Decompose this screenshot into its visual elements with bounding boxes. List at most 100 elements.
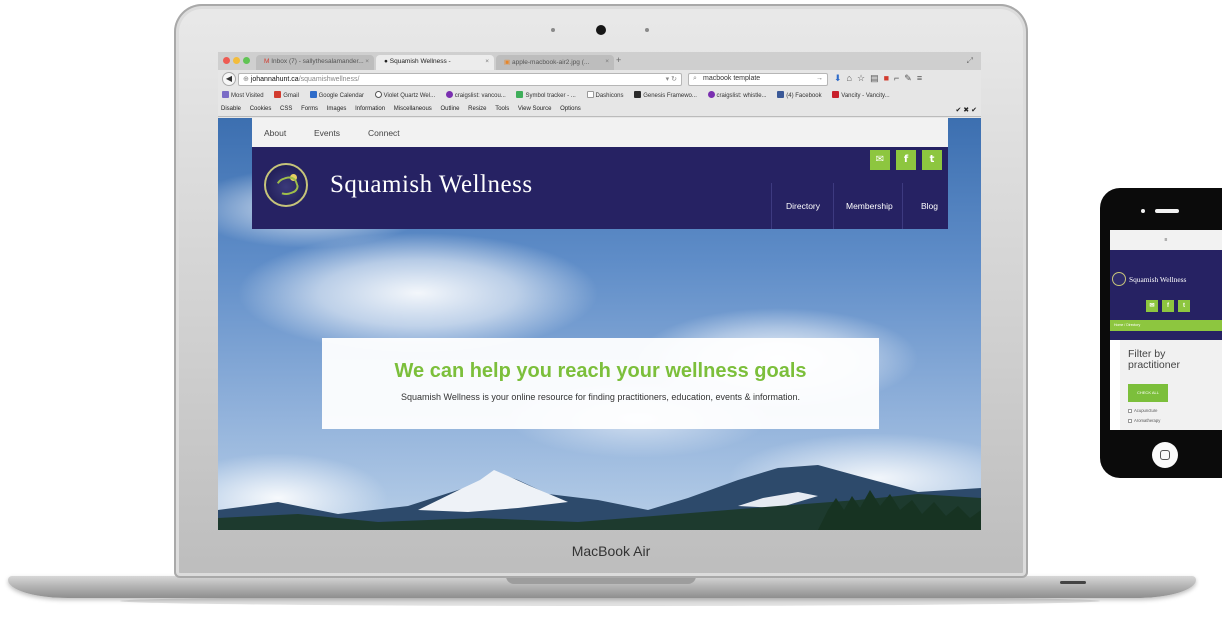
bookmark-item[interactable]: Most Visited (222, 91, 264, 99)
home-button-icon (1160, 450, 1170, 460)
filter-option[interactable]: Acupuncture (1128, 408, 1158, 413)
bookmark-item[interactable]: Violet Quartz Wel... (374, 91, 436, 99)
bookmark-label: craigslist: whistle... (716, 93, 767, 99)
home-icon[interactable]: ⌂ (847, 73, 857, 83)
addon-icon[interactable]: ■ (884, 73, 894, 83)
bookmark-label: Symbol tracker - ... (525, 93, 576, 99)
bookmark-item[interactable]: (4) Facebook (777, 91, 822, 99)
clipboard-icon[interactable]: ▤ (870, 73, 884, 83)
bookmark-label: Most Visited (231, 93, 264, 99)
maximize-window-button[interactable] (243, 57, 250, 64)
minimize-window-button[interactable] (233, 57, 240, 64)
close-tab-icon[interactable]: × (605, 58, 609, 65)
navigation-bar: ◀ ⊕ johannahunt.ca/squamishwellness/ ▾ ↻… (218, 71, 981, 88)
laptop-camera (596, 25, 606, 35)
website-viewport: About Events Connect Squamish Wellness ✉… (218, 118, 981, 530)
bookmark-item[interactable]: Gmail (274, 91, 299, 99)
email-icon[interactable]: ✉ (1146, 300, 1158, 312)
dev-menu-item[interactable]: Images (327, 106, 347, 112)
dev-menu-item[interactable]: Tools (495, 106, 509, 112)
url-path: /squamishwellness/ (298, 76, 360, 83)
vancity-icon (832, 91, 840, 98)
facebook-icon (777, 91, 785, 98)
dev-menu-item[interactable]: Cookies (250, 106, 272, 112)
nav-link-blog[interactable]: Blog (921, 201, 938, 211)
site-icon (374, 91, 382, 98)
menu-icon[interactable]: ≡ (917, 73, 927, 83)
laptop-screen: M Inbox (7) - sallythesalamander... × ● … (218, 52, 981, 530)
dev-menu-item[interactable]: Resize (468, 106, 486, 112)
nav-divider (771, 183, 772, 229)
close-tab-icon[interactable]: × (485, 58, 489, 65)
dev-menu-item[interactable]: View Source (518, 106, 552, 112)
dev-menu-item[interactable]: Forms (301, 106, 318, 112)
nav-link-events[interactable]: Events (314, 128, 340, 138)
nav-divider (833, 183, 834, 229)
back-button[interactable]: ◀ (222, 72, 236, 86)
close-window-button[interactable] (223, 57, 230, 64)
nav-link-about[interactable]: About (264, 128, 286, 138)
site-title[interactable]: Squamish Wellness (330, 171, 533, 199)
bookmark-label: Violet Quartz Wel... (383, 93, 436, 99)
phone-speaker (1155, 209, 1179, 213)
new-tab-button[interactable]: + (616, 55, 621, 65)
bookmarks-bar: Most Visited Gmail Google Calendar Viole… (218, 89, 981, 103)
facebook-icon[interactable]: f (896, 150, 916, 170)
bookmark-item[interactable]: Dashicons (586, 91, 624, 99)
dev-menu-item[interactable]: Options (560, 106, 581, 112)
hero-heading: We can help you reach your wellness goal… (394, 360, 807, 382)
search-go-icon[interactable]: → (816, 75, 823, 82)
bookmark-item[interactable]: craigslist: vancou... (445, 91, 506, 99)
dev-toolbar-controls[interactable]: ✔ ✖ ✔ (956, 106, 978, 114)
check-all-button[interactable]: CHECK ALL (1128, 384, 1168, 402)
mobile-site-title[interactable]: Squamish Wellness (1129, 275, 1186, 284)
close-tab-icon[interactable]: × (365, 58, 369, 65)
laptop-port (1060, 581, 1086, 584)
twitter-icon[interactable]: t (922, 150, 942, 170)
laptop-sensor (551, 28, 555, 32)
email-icon[interactable]: ✉ (870, 150, 890, 170)
twitter-icon[interactable]: t (1178, 300, 1190, 312)
download-icon[interactable]: ⬇ (834, 73, 847, 83)
dev-menu-item[interactable]: Miscellaneous (394, 106, 432, 112)
dev-menu-item[interactable]: Outline (440, 106, 459, 112)
bookmark-item[interactable]: Google Calendar (309, 91, 364, 99)
fullscreen-icon[interactable]: ⤢ (967, 56, 973, 66)
pen-icon[interactable]: ✎ (904, 73, 917, 83)
url-bar[interactable]: ⊕ johannahunt.ca/squamishwellness/ ▾ ↻ (238, 73, 682, 86)
dev-menu-item[interactable]: Information (355, 106, 385, 112)
dev-menu-item[interactable]: Disable (221, 106, 241, 112)
reload-icon[interactable]: ▾ ↻ (666, 75, 677, 83)
laptop-sensor (645, 28, 649, 32)
bookmark-label: Dashicons (595, 93, 624, 99)
site-logo[interactable] (264, 163, 308, 207)
nav-link-directory[interactable]: Directory (786, 201, 820, 211)
filter-option[interactable]: Aromatherapy (1128, 418, 1160, 423)
browser-chrome: M Inbox (7) - sallythesalamander... × ● … (218, 52, 981, 118)
bookmark-star-icon[interactable]: ☆ (857, 73, 870, 83)
search-input[interactable]: ⌕ macbook template → (688, 73, 828, 86)
nav-link-connect[interactable]: Connect (368, 128, 400, 138)
tab-gmail[interactable]: M Inbox (7) - sallythesalamander... × (256, 55, 374, 70)
facebook-icon[interactable]: f (1162, 300, 1174, 312)
bookmark-item[interactable]: Vancity - Vancity... (832, 91, 890, 99)
nav-link-membership[interactable]: Membership (846, 201, 893, 211)
dev-menu-item[interactable]: CSS (280, 106, 292, 112)
mobile-menu-icon[interactable]: ≡ (1110, 230, 1222, 250)
bookmark-item[interactable]: Genesis Framewo... (634, 91, 697, 99)
checkbox[interactable] (1128, 409, 1132, 413)
mobile-site-logo[interactable] (1112, 272, 1126, 286)
bookmark-label: Vancity - Vancity... (841, 93, 890, 99)
filter-panel: Filter by practitioner CHECK ALL Acupunc… (1120, 340, 1222, 430)
search-value: macbook template (703, 75, 761, 82)
nav-divider (902, 183, 903, 229)
bookmark-item[interactable]: craigslist: whistle... (707, 91, 767, 99)
feed-icon[interactable]: ⌐ (894, 73, 904, 83)
tab-squamish-wellness[interactable]: ● Squamish Wellness - × (376, 55, 494, 70)
bookmark-label: (4) Facebook (786, 93, 822, 99)
bookmark-item[interactable]: Symbol tracker - ... (516, 91, 576, 99)
tab-bar: M Inbox (7) - sallythesalamander... × ● … (218, 52, 981, 70)
image-icon: ▣ (504, 59, 511, 66)
tab-macbook-image[interactable]: ▣ apple-macbook-air2.jpg (... × (496, 55, 614, 70)
checkbox[interactable] (1128, 419, 1132, 423)
